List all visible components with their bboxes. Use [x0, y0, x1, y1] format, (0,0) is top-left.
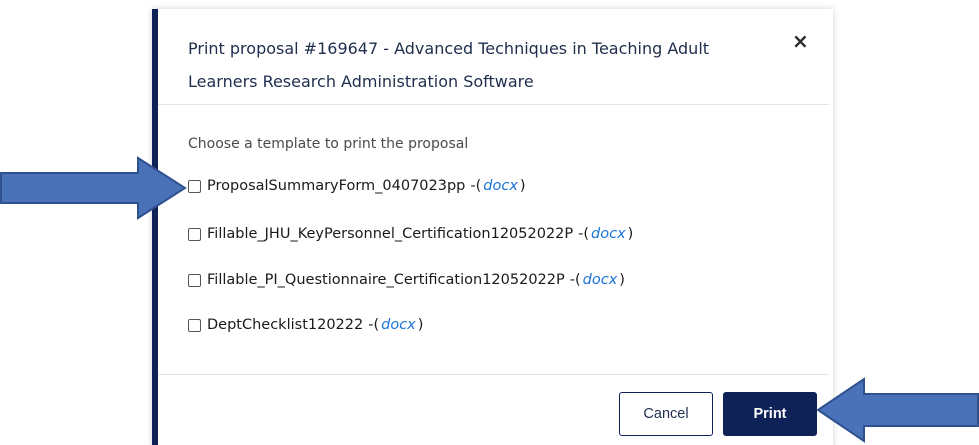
- template-checkbox[interactable]: [188, 179, 201, 193]
- template-checkbox[interactable]: [188, 318, 201, 332]
- template-name: DeptChecklist120222: [207, 317, 364, 333]
- cancel-button[interactable]: Cancel: [619, 392, 713, 436]
- template-paren-open: -(: [470, 178, 482, 194]
- template-paren-open: -(: [578, 226, 590, 242]
- template-docx-link[interactable]: docx: [483, 178, 518, 194]
- template-name: Fillable_PI_Questionnaire_Certification1…: [207, 272, 565, 288]
- dialog-header: Print proposal #169647 - Advanced Techni…: [158, 9, 829, 105]
- template-paren-open: -(: [368, 317, 380, 333]
- template-option-proposal-summary[interactable]: ProposalSummaryForm_0407023pp -( docx ): [188, 178, 526, 194]
- dialog-title: Print proposal #169647 - Advanced Techni…: [188, 39, 710, 91]
- template-paren-close: ): [619, 272, 625, 288]
- print-button[interactable]: Print: [723, 392, 817, 436]
- template-name: ProposalSummaryForm_0407023pp: [207, 178, 466, 194]
- template-option-dept-checklist[interactable]: DeptChecklist120222 -( docx ): [188, 317, 423, 333]
- template-docx-link[interactable]: docx: [381, 317, 416, 333]
- template-checkbox[interactable]: [188, 273, 201, 287]
- template-docx-link[interactable]: docx: [591, 226, 626, 242]
- screenshot-stage: Print proposal #169647 - Advanced Techni…: [0, 0, 979, 445]
- close-icon[interactable]: ×: [792, 31, 809, 51]
- footer-divider: [158, 374, 829, 375]
- template-docx-link[interactable]: docx: [583, 272, 618, 288]
- annotation-arrow-left-icon: [816, 377, 979, 443]
- template-checkbox[interactable]: [188, 227, 201, 241]
- annotation-arrow-right-icon: [0, 156, 187, 220]
- print-proposal-dialog: Print proposal #169647 - Advanced Techni…: [152, 9, 829, 445]
- instruction-text: Choose a template to print the proposal: [188, 136, 469, 152]
- template-paren-open: -(: [569, 272, 581, 288]
- template-option-key-personnel[interactable]: Fillable_JHU_KeyPersonnel_Certification1…: [188, 226, 633, 242]
- template-option-pi-questionnaire[interactable]: Fillable_PI_Questionnaire_Certification1…: [188, 272, 625, 288]
- template-paren-close: ): [417, 317, 424, 333]
- template-paren-close: ): [627, 226, 634, 242]
- template-paren-close: ): [519, 178, 526, 194]
- template-name: Fillable_JHU_KeyPersonnel_Certification1…: [207, 226, 574, 242]
